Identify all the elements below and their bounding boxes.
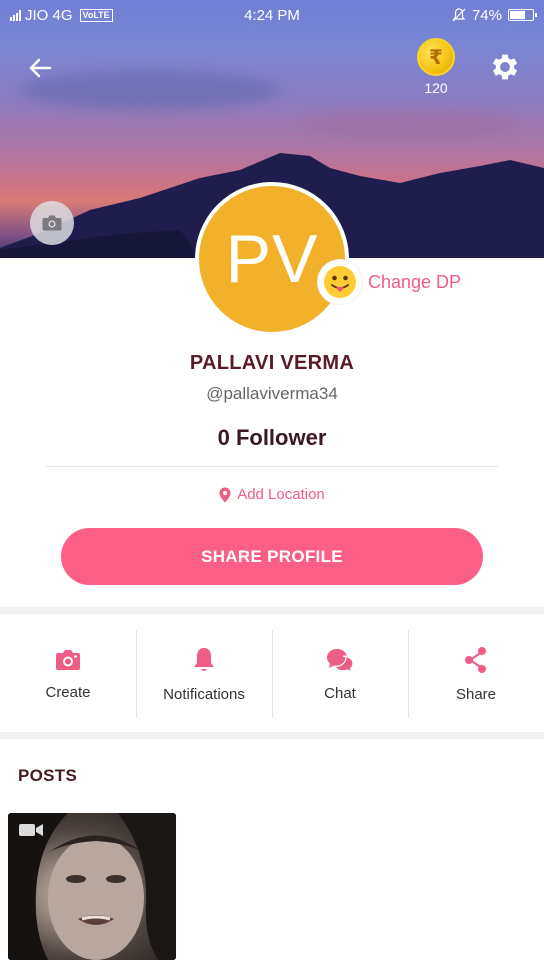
posts-title: POSTS <box>18 766 78 785</box>
share-button[interactable]: Share <box>408 616 544 732</box>
settings-button[interactable] <box>488 50 522 84</box>
battery-percent: 74% <box>471 6 502 24</box>
action-bar: Create Notifications Chat Share <box>0 616 544 732</box>
signal-icon <box>10 9 21 21</box>
change-dp-button[interactable]: Change DP <box>318 260 461 304</box>
coin-count: 120 <box>424 80 448 96</box>
emoji-icon <box>318 260 362 304</box>
notifications-label: Notifications <box>163 685 245 703</box>
add-location-label: Add Location <box>237 486 325 503</box>
avatar[interactable]: PV <box>195 182 349 336</box>
status-bar: JIO 4G VoLTE 4:24 PM 74% <box>0 0 544 30</box>
silent-bell-icon <box>452 8 466 22</box>
change-dp-label: Change DP <box>368 271 462 292</box>
arrow-left-icon <box>29 58 52 78</box>
share-icon <box>465 646 486 673</box>
location-pin-icon <box>219 487 231 502</box>
divider <box>46 466 498 467</box>
chat-label: Chat <box>324 684 356 702</box>
create-label: Create <box>45 683 91 701</box>
gear-icon <box>492 54 518 80</box>
rupee-coin-icon: ₹ <box>417 38 455 76</box>
cloud <box>20 70 280 110</box>
follower-count[interactable]: 0 Follower <box>0 425 544 451</box>
cloud <box>300 110 520 140</box>
coin-balance[interactable]: ₹ 120 <box>414 38 458 96</box>
tongue-emoji-icon <box>324 266 356 298</box>
chat-icon <box>327 648 354 673</box>
profile-handle: @pallaviverma34 <box>206 384 338 403</box>
battery-icon <box>508 9 537 21</box>
section-separator <box>0 732 544 739</box>
video-camera-icon <box>19 824 43 836</box>
profile-name: PALLAVI VERMA <box>189 352 355 374</box>
post-thumbnail[interactable] <box>8 813 176 960</box>
carrier-label: JIO 4G <box>25 6 73 24</box>
bell-icon <box>194 647 214 671</box>
chat-button[interactable]: Chat <box>272 616 408 732</box>
add-location-button[interactable]: Add Location <box>0 486 544 503</box>
back-button[interactable] <box>24 52 56 84</box>
notifications-button[interactable]: Notifications <box>136 616 272 732</box>
share-profile-button[interactable]: SHARE PROFILE <box>61 528 483 585</box>
camera-icon <box>56 649 80 670</box>
camera-icon <box>42 215 62 231</box>
change-cover-button[interactable] <box>30 201 74 245</box>
create-button[interactable]: Create <box>0 616 136 732</box>
volte-badge: VoLTE <box>79 8 113 22</box>
share-label: Share <box>455 685 497 703</box>
section-separator <box>0 607 544 614</box>
